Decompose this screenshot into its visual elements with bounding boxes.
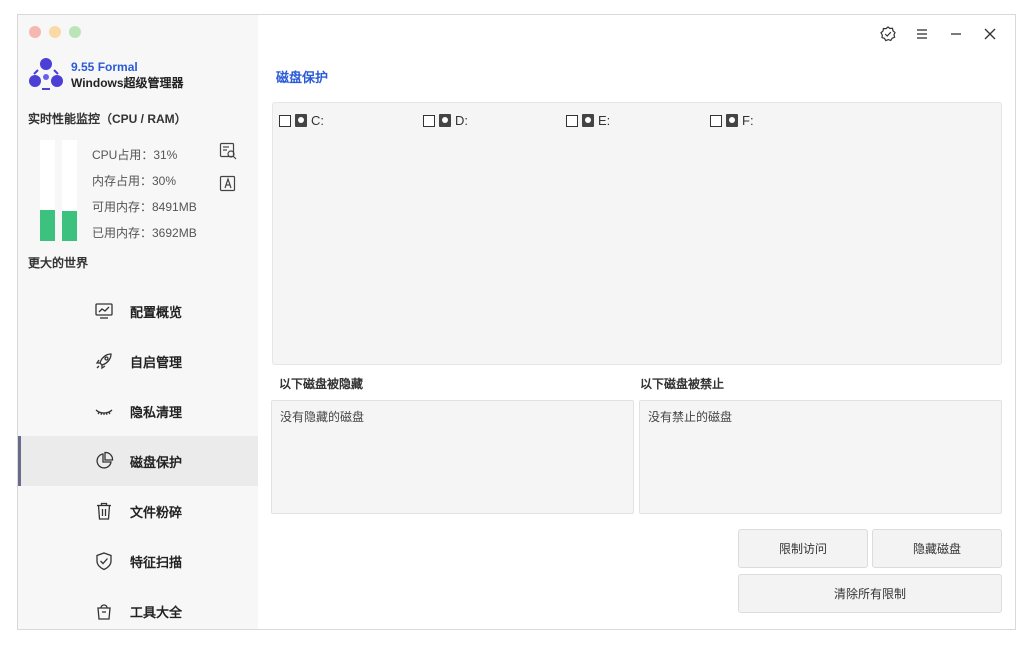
page-title: 磁盘保护 [276,70,329,85]
checkbox[interactable] [566,114,578,127]
restrict-access-button[interactable]: 限制访问 [738,529,868,568]
blocked-disks-list[interactable]: 没有禁止的磁盘 [639,400,1002,514]
hide-disk-button[interactable]: 隐藏磁盘 [872,529,1002,568]
sidebar-item-privacy[interactable]: 隐私清理 [18,386,258,436]
bag-icon [94,601,114,621]
app-version: 9.55 Formal [71,60,138,74]
hidden-disks-label: 以下磁盘被隐藏 [279,377,364,391]
blocked-disks-label: 以下磁盘被禁止 [640,377,725,391]
shield-check-icon [94,551,114,571]
badge-check-icon[interactable] [871,25,905,43]
hard-drive-icon [295,114,307,127]
mem-usage-text: 内存占用：30% [92,174,177,188]
sidebar-item-shred[interactable]: 文件粉碎 [18,486,258,536]
chart-monitor-icon [94,301,114,321]
sidebar: 9.55 Formal Windows超级管理器 实时性能监控（CPU / RA… [18,15,258,629]
ram-bar [62,140,77,241]
close-dot-icon[interactable] [29,26,41,38]
cpu-usage-text: CPU占用：31% [92,148,178,162]
sidebar-item-startup[interactable]: 自启管理 [18,336,258,386]
checkbox[interactable] [423,114,435,127]
sidebar-item-label: 配置概览 [130,304,183,320]
close-icon[interactable] [973,25,1007,43]
drive-label: D: [455,113,468,128]
sidebar-item-overview[interactable]: 配置概览 [18,286,258,336]
sidebar-item-label: 特征扫描 [130,554,183,570]
app-name: Windows超级管理器 [71,76,184,90]
clear-all-restrictions-button[interactable]: 清除所有限制 [738,574,1002,613]
menu-icon[interactable] [905,25,939,43]
sidebar-nav: 配置概览 自启管理 隐私清理 磁盘保护 文件粉碎 特征扫描 工具大全 [18,286,258,629]
blocked-disks-empty-text: 没有禁止的磁盘 [648,410,733,424]
closed-eye-icon [94,401,114,421]
drive-checkbox-d[interactable]: D: [423,113,468,128]
sidebar-item-label: 文件粉碎 [130,504,183,520]
slogan: 更大的世界 [28,256,89,270]
rocket-icon [94,351,114,371]
hard-drive-icon [582,114,594,127]
stats-list: CPU占用：31% 内存占用：30% 可用内存：8491MB 已用内存：3692… [92,147,197,251]
drive-list-panel: C: D: E: F: [272,102,1002,365]
sidebar-item-disk-protect[interactable]: 磁盘保护 [18,436,258,486]
sidebar-item-label: 工具大全 [130,604,183,620]
minimize-icon[interactable] [939,25,973,43]
hidden-disks-empty-text: 没有隐藏的磁盘 [280,410,365,424]
mem-free-text: 可用内存：8491MB [92,200,197,214]
checkbox[interactable] [279,114,291,127]
checkbox[interactable] [710,114,722,127]
drive-label: F: [742,113,754,128]
drive-label: E: [598,113,611,128]
sidebar-item-scan[interactable]: 特征扫描 [18,536,258,586]
drive-checkbox-e[interactable]: E: [566,113,610,128]
minimize-dot-icon[interactable] [49,26,61,38]
maximize-dot-icon[interactable] [69,26,81,38]
report-search-icon[interactable] [219,142,237,160]
window-controls [29,26,81,38]
pie-chart-icon [94,451,114,471]
app-logo-icon [28,57,64,93]
sidebar-item-tools[interactable]: 工具大全 [18,586,258,629]
sidebar-item-label: 磁盘保护 [130,454,183,470]
hard-drive-icon [439,114,451,127]
drive-checkbox-c[interactable]: C: [279,113,324,128]
drive-checkbox-f[interactable]: F: [710,113,754,128]
hidden-disks-list[interactable]: 没有隐藏的磁盘 [271,400,634,514]
monitor-title: 实时性能监控（CPU / RAM） [28,112,187,126]
mem-used-text: 已用内存：3692MB [92,226,197,240]
cpu-bar [40,140,55,241]
sidebar-item-label: 自启管理 [130,354,183,370]
file-clean-icon[interactable] [219,175,237,193]
brand: 9.55 Formal Windows超级管理器 [28,57,184,93]
sidebar-item-label: 隐私清理 [130,404,183,420]
titlebar-controls [871,25,1007,43]
cpu-bar-fill [40,209,55,241]
trash-icon [94,501,114,521]
app-window: 9.55 Formal Windows超级管理器 实时性能监控（CPU / RA… [17,14,1016,630]
drive-label: C: [311,113,324,128]
hard-drive-icon [726,114,738,127]
ram-bar-fill [62,210,77,241]
